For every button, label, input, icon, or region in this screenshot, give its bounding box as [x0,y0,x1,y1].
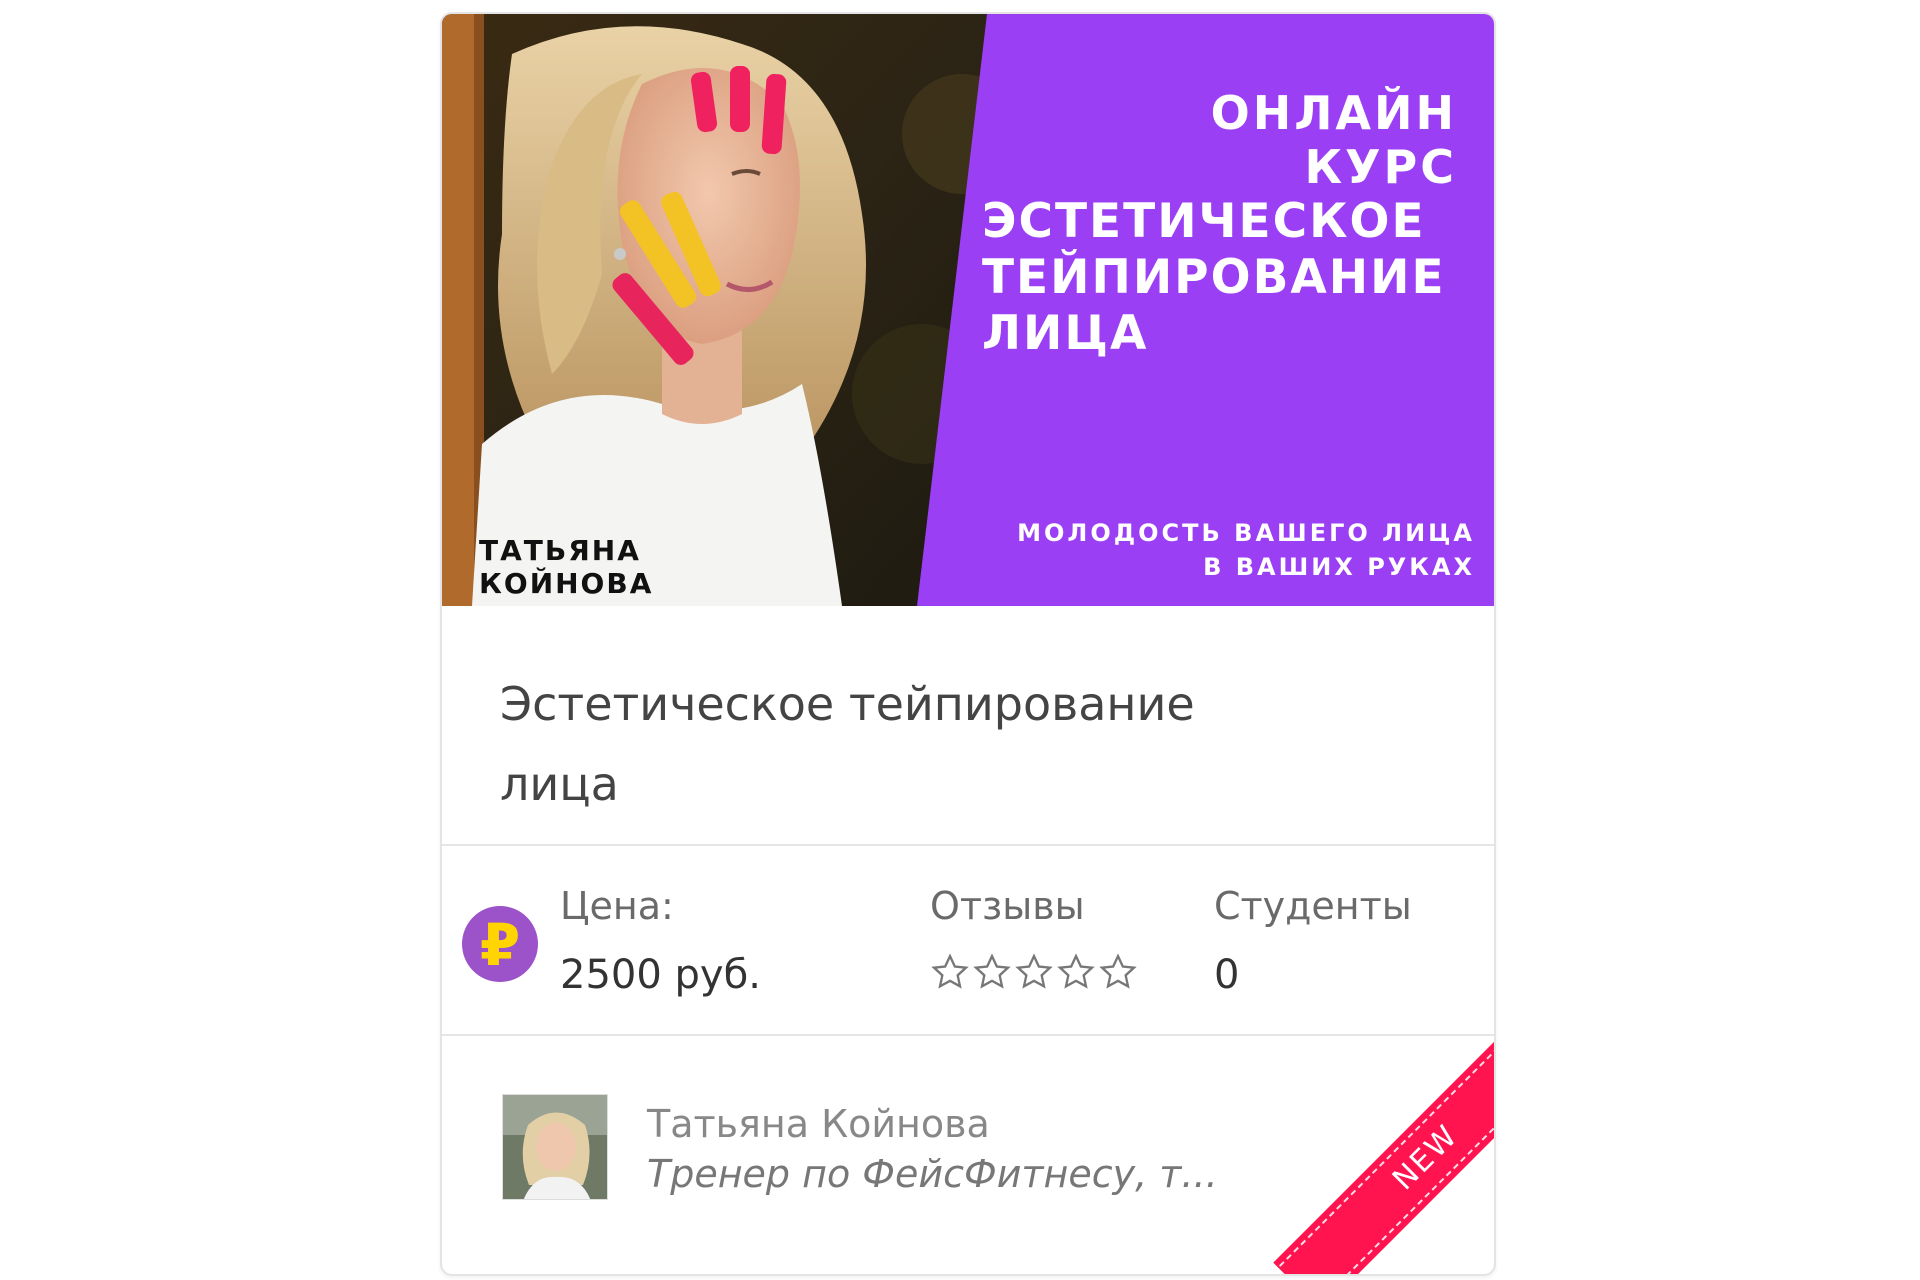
author-name[interactable]: Татьяна Койнова [647,1102,990,1146]
avatar-photo [503,1095,607,1199]
students-label: Студенты [1214,884,1412,928]
students-value: 0 [1214,952,1240,998]
star-empty-icon [1015,953,1053,989]
banner-author-caption: ТАТЬЯНА КОЙНОВА [479,534,654,600]
ruble-icon: ₽ [462,906,538,982]
star-empty-icon [973,953,1011,989]
star-empty-icon [1099,953,1137,989]
ribbon-band: NEW [1276,1014,1494,1274]
author-description: Тренер по ФейсФитнесу, т... [647,1152,1218,1196]
banner-slogan: МОЛОДОСТЬ ВАШЕГО ЛИЦА В ВАШИХ РУКАХ [1017,519,1475,581]
course-card[interactable]: ОНЛАЙН КУРС ЭСТЕТИЧЕСКОЕ ТЕЙПИРОВАНИЕ ЛИ… [440,12,1496,1276]
reviews-label: Отзывы [930,884,1085,928]
new-ribbon: NEW [1234,1014,1494,1274]
divider [442,844,1494,846]
rating-stars [930,952,1138,992]
banner-kicker: ОНЛАЙН КУРС [1210,86,1457,194]
banner-title: ЭСТЕТИЧЕСКОЕ ТЕЙПИРОВАНИЕ ЛИЦА [982,194,1446,361]
author-avatar[interactable] [502,1094,608,1200]
star-empty-icon [1057,953,1095,989]
course-banner-image[interactable]: ОНЛАЙН КУРС ЭСТЕТИЧЕСКОЕ ТЕЙПИРОВАНИЕ ЛИ… [442,14,1494,606]
course-title[interactable]: Эстетическое тейпирование лица [500,664,1260,824]
price-label: Цена: [560,884,674,928]
ribbon-label: NEW [1278,1014,1494,1274]
star-empty-icon [931,953,969,989]
price-value: 2500 руб. [560,952,761,998]
